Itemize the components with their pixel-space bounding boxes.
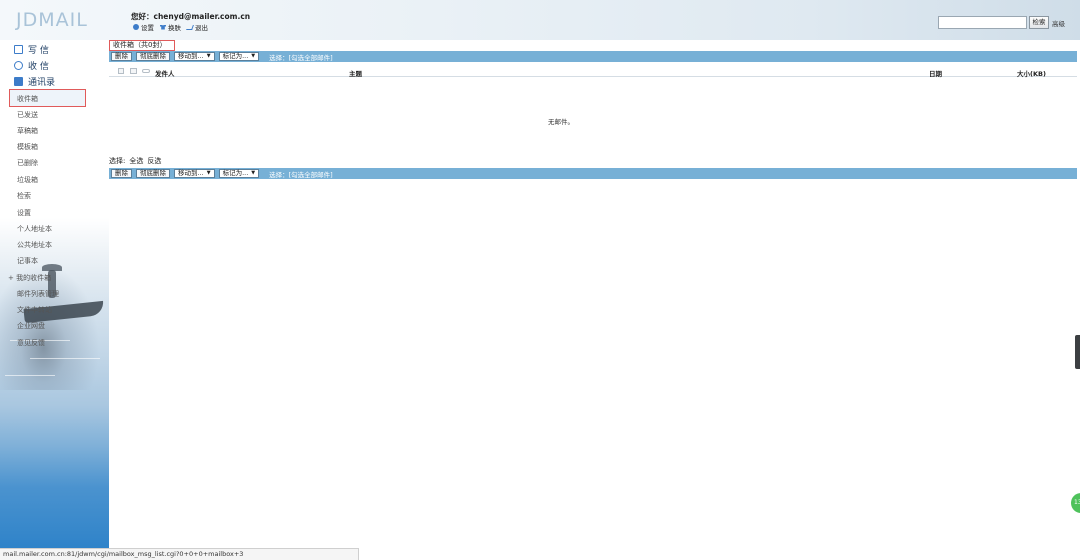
mark-as-select[interactable]: 标记为... ▼ [218,52,260,61]
attachment-icon [142,69,150,73]
move-to-label: 移动到... [178,169,204,177]
delete-button[interactable]: 删除 [111,52,132,61]
chevron-down-icon: ▼ [251,53,256,59]
skin-link-label: 换肤 [168,24,181,32]
sidebar-item-file-transfer[interactable]: 文件中转站 [17,305,52,315]
select-label: 选择: [109,157,126,165]
water-ripple [30,358,100,359]
chevron-down-icon: ▼ [206,170,211,176]
sidebar-item-mailing-lists[interactable]: 邮件列表管理 [17,289,59,299]
sidebar-item-junk[interactable]: 垃圾箱 [17,175,38,185]
sidebar-item-sent[interactable]: 已发送 [17,110,38,120]
logo: JDMAIL [16,9,88,31]
status-bar-url: mail.mailer.com.cn:81/jdwm/cgi/mailbox_m… [0,548,359,560]
contacts-nav[interactable]: 通讯录 [14,75,55,88]
column-header: 发件人 主题 日期 大小(KB) [109,66,1077,78]
sidebar-item-feedback[interactable]: 意见反馈 [17,338,45,348]
sidebar-item-my-folders[interactable]: + 我的收件箱 [8,273,51,283]
sidebar-item-net-disk[interactable]: 企业网盘 [17,321,45,331]
water-ripple [5,375,55,376]
select-all-checkbox[interactable] [118,68,124,74]
delete-button[interactable]: 删除 [111,169,132,178]
selection-row: 选择: 全选 反选 [109,156,161,166]
address-book-icon [14,77,23,86]
page-title: 收件箱（共0封） [109,40,175,51]
empty-message: 无邮件。 [548,118,574,126]
select-all-mails-link[interactable]: 选择：[勾选全部邮件] [269,169,333,179]
move-to-select[interactable]: 移动到... ▼ [174,169,215,178]
search-button[interactable]: 检索 [1029,16,1049,29]
mark-as-label: 标记为... [222,52,249,60]
sidebar-item-notepad[interactable]: 记事本 [17,256,38,266]
sidebar-item-drafts[interactable]: 草稿箱 [17,126,38,136]
contacts-label: 通讯录 [28,78,56,88]
logout-link-label: 退出 [195,24,208,32]
column-subject[interactable]: 主题 [349,68,362,78]
column-date[interactable]: 日期 [929,68,942,78]
receive-icon [14,61,23,70]
expand-marker: + [8,274,14,282]
sidebar-item-search[interactable]: 检索 [17,191,31,201]
search-input[interactable] [938,16,1027,29]
receive-nav[interactable]: 收 信 [14,59,49,72]
mark-as-label: 标记为... [222,169,249,177]
column-sender[interactable]: 发件人 [155,68,175,78]
select-all-mails-link[interactable]: 选择：[勾选全部邮件] [269,52,333,62]
exit-icon [186,24,194,30]
move-to-label: 移动到... [178,52,204,60]
receive-label: 收 信 [28,62,49,72]
mark-as-select[interactable]: 标记为... ▼ [218,169,260,178]
settings-link-label: 设置 [141,24,154,32]
sidebar-item-inbox[interactable]: 收件箱 [17,94,38,104]
compose-icon [14,45,23,54]
side-scroll-tab[interactable] [1075,335,1080,369]
bottom-toolbar: 删除 彻底删除 移动到... ▼ 标记为... ▼ 选择：[勾选全部邮件] [109,168,1077,179]
delete-permanently-button[interactable]: 彻底删除 [136,169,170,178]
invert-selection-link[interactable]: 反选 [147,156,161,166]
compose-label: 写 信 [28,46,49,56]
user-links: 设置 换肤 退出 [133,22,208,32]
gear-icon [133,24,139,30]
chevron-down-icon: ▼ [251,170,256,176]
top-toolbar: 删除 彻底删除 移动到... ▼ 标记为... ▼ 选择：[勾选全部邮件] [109,51,1077,62]
header: JDMAIL 您好：chenyd@mailer.com.cn 设置 换肤 退出 … [0,0,1080,40]
sidebar-item-my-folders-label: 我的收件箱 [16,274,52,282]
logout-link[interactable]: 退出 [186,22,208,32]
move-to-select[interactable]: 移动到... ▼ [174,52,215,61]
compose-nav[interactable]: 写 信 [14,43,49,56]
shirt-icon [160,24,166,30]
advanced-search-link[interactable]: 高级 [1052,18,1065,28]
sidebar-item-templates[interactable]: 模板箱 [17,142,38,152]
envelope-icon [130,68,137,74]
sidebar-item-deleted[interactable]: 已删除 [17,158,38,168]
notification-badge[interactable]: 13 [1071,493,1080,513]
chevron-down-icon: ▼ [206,53,211,59]
webmail-page: JDMAIL 您好：chenyd@mailer.com.cn 设置 换肤 退出 … [0,0,1080,560]
sidebar-item-public-addressbook[interactable]: 公共地址本 [17,240,52,250]
sidebar-item-personal-addressbook[interactable]: 个人地址本 [17,224,52,234]
sidebar-item-settings[interactable]: 设置 [17,208,31,218]
select-all-link[interactable]: 全选 [129,156,143,166]
delete-permanently-button[interactable]: 彻底删除 [136,52,170,61]
settings-link[interactable]: 设置 [133,22,154,32]
user-greeting: 您好：chenyd@mailer.com.cn [131,12,251,21]
column-size[interactable]: 大小(KB) [1017,68,1046,78]
skin-link[interactable]: 换肤 [160,22,181,32]
